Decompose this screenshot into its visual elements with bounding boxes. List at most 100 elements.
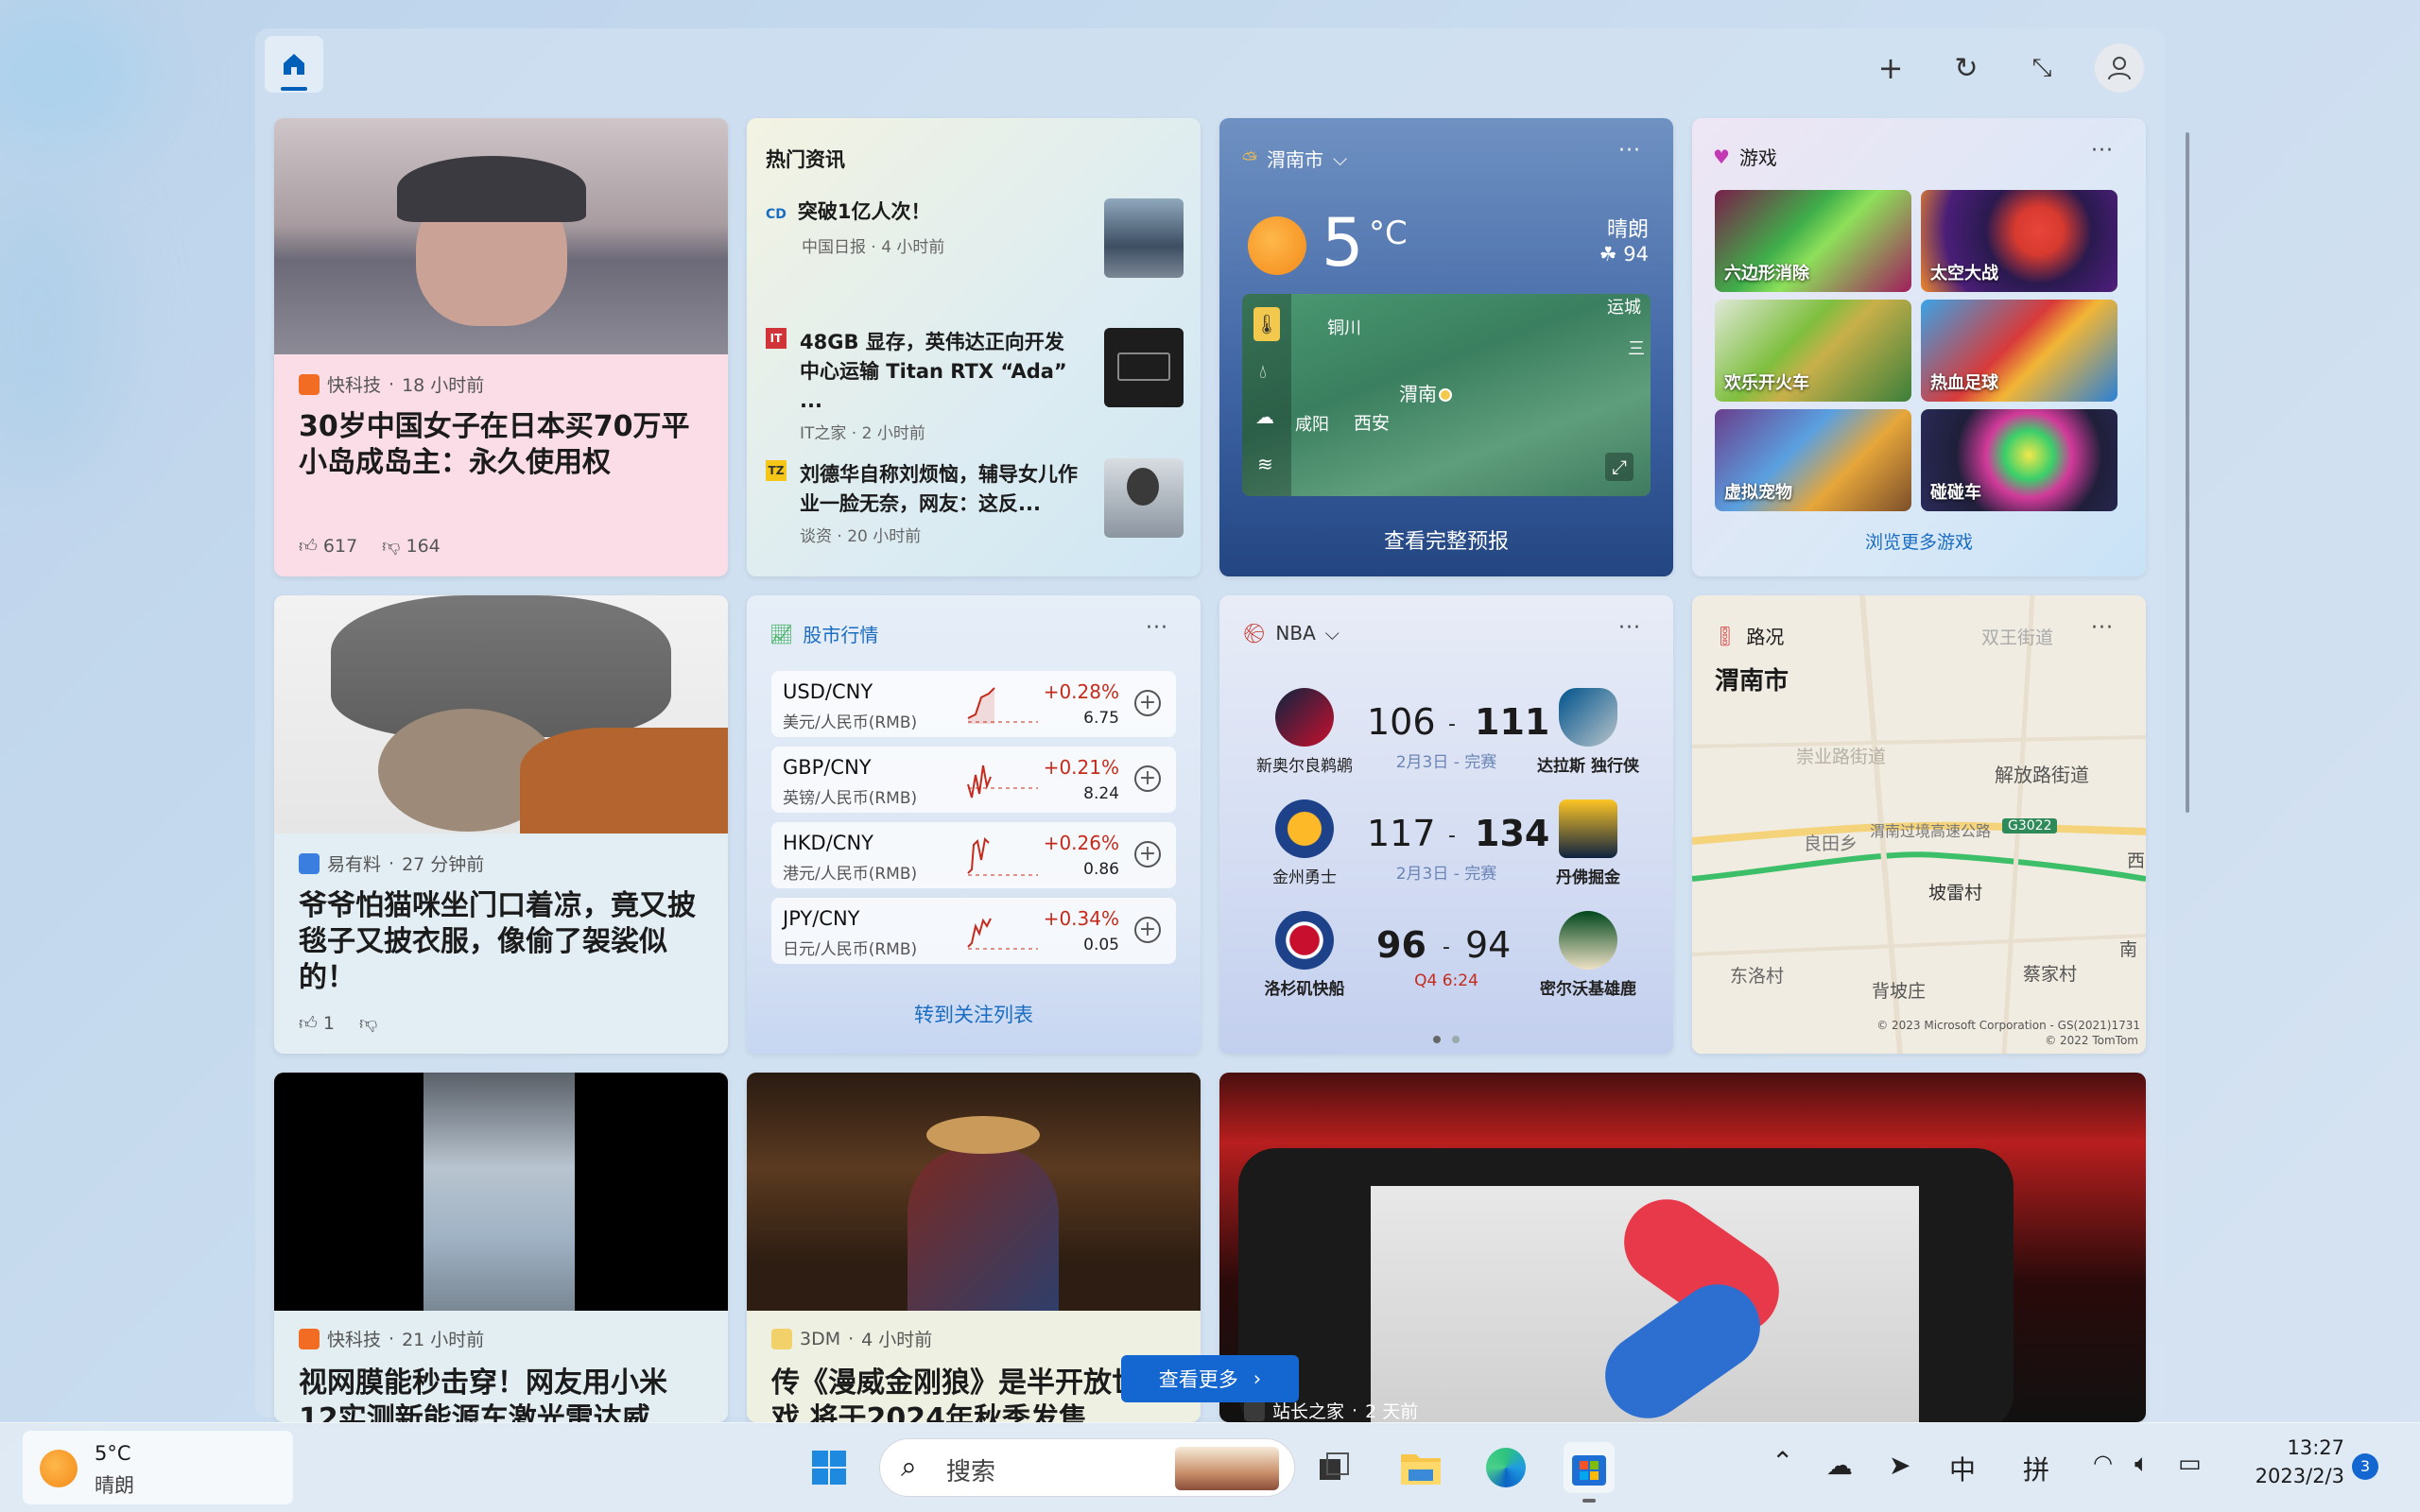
add-to-watchlist-icon[interactable]: + bbox=[1134, 765, 1161, 792]
news-headline[interactable]: 爷爷怕猫咪坐门口着凉，竟又披毯子又披衣服，像偷了袈裟似的！ bbox=[299, 888, 705, 996]
team-name: 密尔沃基雄鹿 bbox=[1540, 980, 1636, 999]
page-dot[interactable] bbox=[1452, 1036, 1460, 1043]
more-options-icon[interactable]: ··· bbox=[2091, 616, 2114, 640]
news-thumbnail bbox=[1104, 458, 1184, 538]
hot-news-item[interactable]: TZ 刘德华自称刘烦恼，辅导女儿作业一脸无奈，网友：这反... 谈资 · 20 小… bbox=[766, 460, 1078, 546]
clock-date: 2023/2/3 bbox=[2255, 1465, 2344, 1487]
folder-icon bbox=[1401, 1454, 1441, 1485]
game-row[interactable]: 金州勇士 117 - 134 2月3日 - 完赛 丹佛掘金 bbox=[1238, 799, 1654, 898]
more-options-icon[interactable]: ··· bbox=[1146, 616, 1168, 640]
file-explorer-button[interactable] bbox=[1395, 1442, 1446, 1493]
home-score: 96 bbox=[1376, 924, 1426, 966]
weather-unit[interactable]: °C bbox=[1369, 215, 1408, 252]
add-to-watchlist-icon[interactable]: + bbox=[1134, 841, 1161, 868]
stock-row[interactable]: HKD/CNY 港元/人民币(RMB) +0.26% 0.86 + bbox=[771, 822, 1176, 888]
stocks-widget: 📈︎ 股市行情 ··· USD/CNY 美元/人民币(RMB) +0.28% 6.… bbox=[747, 595, 1201, 1054]
game-row[interactable]: 洛杉矶快船 96 - 94 Q4 6:24 密尔沃基雄鹿 bbox=[1238, 911, 1654, 1009]
more-options-icon[interactable]: ··· bbox=[1618, 139, 1641, 163]
see-more-button[interactable]: 查看更多 › bbox=[1121, 1355, 1299, 1402]
chevron-up-icon[interactable]: ⌃ bbox=[1772, 1446, 1793, 1477]
store-button[interactable] bbox=[1564, 1442, 1615, 1493]
game-tile[interactable]: 欢乐开火车 bbox=[1715, 300, 1911, 402]
map-label: 良田乡 bbox=[1804, 833, 1858, 854]
game-tile[interactable]: 碰碰车 bbox=[1921, 409, 2118, 511]
game-row[interactable]: 新奥尔良鹈鹕 106 - 111 2月3日 - 完赛 达拉斯 独行侠 bbox=[1238, 688, 1654, 786]
game-tile[interactable]: 虚拟宠物 bbox=[1715, 409, 1911, 511]
weather-taskbar-widget[interactable]: 5°C 晴朗 bbox=[23, 1431, 293, 1504]
league-selector[interactable]: 🏀︎ NBA ⌵ bbox=[1242, 622, 1340, 644]
dislike-button[interactable]: 👎︎ bbox=[359, 1013, 377, 1035]
page-dot-active[interactable] bbox=[1433, 1036, 1441, 1043]
refresh-button[interactable]: ↻ bbox=[1942, 43, 1991, 93]
add-widget-button[interactable]: + bbox=[1866, 43, 1915, 93]
browse-more-games-link[interactable]: 浏览更多游戏 bbox=[1692, 528, 2146, 554]
ime-pinyin[interactable]: 拼 bbox=[2023, 1450, 2049, 1487]
task-view-button[interactable] bbox=[1308, 1442, 1359, 1493]
add-to-watchlist-icon[interactable]: + bbox=[1134, 917, 1161, 943]
news-headline[interactable]: 视网膜能秒击穿！网友用小米12实测新能源车激光雷达威力：相 bbox=[299, 1366, 705, 1422]
games-title: ♥ 游戏 bbox=[1713, 143, 1777, 170]
stock-symbol: USD/CNY bbox=[783, 680, 873, 703]
map-label: 东洛村 bbox=[1730, 966, 1785, 987]
dislike-button[interactable]: 👎︎ 164 bbox=[382, 536, 441, 558]
cloud-layer-icon[interactable]: ☁︎ bbox=[1255, 405, 1274, 428]
news-card-video-app[interactable]: 站长之家 · 2 天前 bbox=[1219, 1073, 2146, 1422]
game-tile[interactable]: 太空大战 bbox=[1921, 190, 2118, 292]
ime-mode[interactable]: 中 bbox=[1949, 1450, 1976, 1487]
edge-browser-button[interactable] bbox=[1480, 1442, 1531, 1493]
full-forecast-link[interactable]: 查看完整预报 bbox=[1219, 524, 1673, 555]
stock-symbol: HKD/CNY bbox=[783, 832, 874, 854]
location-icon[interactable]: ➤ bbox=[1889, 1450, 1910, 1481]
battery-icon[interactable]: ▭ bbox=[2178, 1450, 2202, 1478]
stock-row[interactable]: JPY/CNY 日元/人民币(RMB) +0.34% 0.05 + bbox=[771, 898, 1176, 964]
notification-badge[interactable]: 3 bbox=[2352, 1453, 2378, 1480]
weather-location: 渭南市 bbox=[1267, 148, 1323, 171]
wifi-icon[interactable]: ◠ bbox=[2093, 1450, 2113, 1476]
sun-icon bbox=[1248, 216, 1306, 275]
map-label: 渭南过境高速公路 bbox=[1870, 822, 1992, 840]
weather-map[interactable]: 🌡︎ 💧︎ ☁︎ ≋ 运城 铜川 三 渭南 咸阳 西安 ⤢ bbox=[1242, 294, 1651, 496]
game-tile[interactable]: 六边形消除 bbox=[1715, 190, 1911, 292]
more-options-icon[interactable]: ··· bbox=[1618, 616, 1641, 640]
search-highlight-image bbox=[1175, 1447, 1279, 1490]
scrollbar[interactable] bbox=[2186, 132, 2189, 813]
onedrive-icon[interactable]: ☁︎ bbox=[1826, 1450, 1853, 1481]
precipitation-layer-icon[interactable]: 💧︎ bbox=[1259, 360, 1267, 383]
news-card-lidar[interactable]: 快科技·21 小时前 视网膜能秒击穿！网友用小米12实测新能源车激光雷达威力：相 bbox=[274, 1073, 728, 1422]
traffic-city: 渭南市 bbox=[1715, 667, 1789, 696]
weather-location-selector[interactable]: ⛅︎ 渭南市 ⌵ bbox=[1242, 145, 1347, 172]
start-button[interactable] bbox=[804, 1442, 855, 1493]
more-options-icon[interactable]: ··· bbox=[2091, 139, 2114, 163]
expand-map-icon[interactable]: ⤢ bbox=[1605, 453, 1634, 481]
news-headline[interactable]: 30岁中国女子在日本买70万平小岛成岛主：永久使用权 bbox=[299, 409, 705, 481]
map-label: 铜川 bbox=[1327, 318, 1361, 338]
like-button[interactable]: 👍︎ 1 bbox=[299, 1013, 335, 1035]
news-card-island[interactable]: 快科技 · 18 小时前 30岁中国女子在日本买70万平小岛成岛主：永久使用权 👍︎… bbox=[274, 118, 728, 576]
news-headline[interactable]: 传《漫威金刚狼》是半开放世游戏 将于2024年秋季发售 bbox=[771, 1366, 1178, 1422]
volume-icon[interactable]: 🔈︎ bbox=[2135, 1450, 2150, 1479]
home-icon bbox=[284, 54, 304, 75]
stock-row[interactable]: GBP/CNY 英镑/人民币(RMB) +0.21% 8.24 + bbox=[771, 747, 1176, 813]
clock[interactable]: 13:27 2023/2/3 bbox=[2240, 1436, 2344, 1487]
hot-news-item[interactable]: IT 48GB 显存，英伟达正向开发中心运输 Titan RTX “Ada” ..… bbox=[766, 328, 1078, 443]
wind-layer-icon[interactable]: ≋ bbox=[1257, 453, 1273, 475]
temperature-layer-icon[interactable]: 🌡︎ bbox=[1253, 307, 1280, 341]
search-box[interactable]: ⌕ 搜索 bbox=[879, 1438, 1295, 1497]
stock-row[interactable]: USD/CNY 美元/人民币(RMB) +0.28% 6.75 + bbox=[771, 671, 1176, 737]
basketball-icon: 🏀︎ bbox=[1242, 622, 1267, 644]
news-thumbnail bbox=[1104, 328, 1184, 407]
game-name: 虚拟宠物 bbox=[1724, 483, 1792, 503]
stock-symbol: GBP/CNY bbox=[783, 756, 872, 779]
home-score: 117 bbox=[1367, 813, 1436, 854]
game-name: 六边形消除 bbox=[1724, 264, 1809, 284]
game-tile[interactable]: 热血足球 bbox=[1921, 300, 2118, 402]
profile-button[interactable] bbox=[2095, 43, 2144, 93]
home-tab[interactable] bbox=[265, 36, 323, 93]
go-to-watchlist-link[interactable]: 转到关注列表 bbox=[747, 1000, 1201, 1028]
add-to-watchlist-icon[interactable]: + bbox=[1134, 690, 1161, 716]
see-more-label: 查看更多 bbox=[1158, 1368, 1238, 1391]
stock-name: 日元/人民币(RMB) bbox=[783, 940, 918, 959]
news-card-cat[interactable]: 易有料 · 27 分钟前 爷爷怕猫咪坐门口着凉，竟又披毯子又披衣服，像偷了袈裟似的！… bbox=[274, 595, 728, 1054]
collapse-button[interactable]: ⤡ bbox=[2017, 43, 2066, 93]
like-button[interactable]: 👍︎ 617 bbox=[299, 536, 357, 558]
